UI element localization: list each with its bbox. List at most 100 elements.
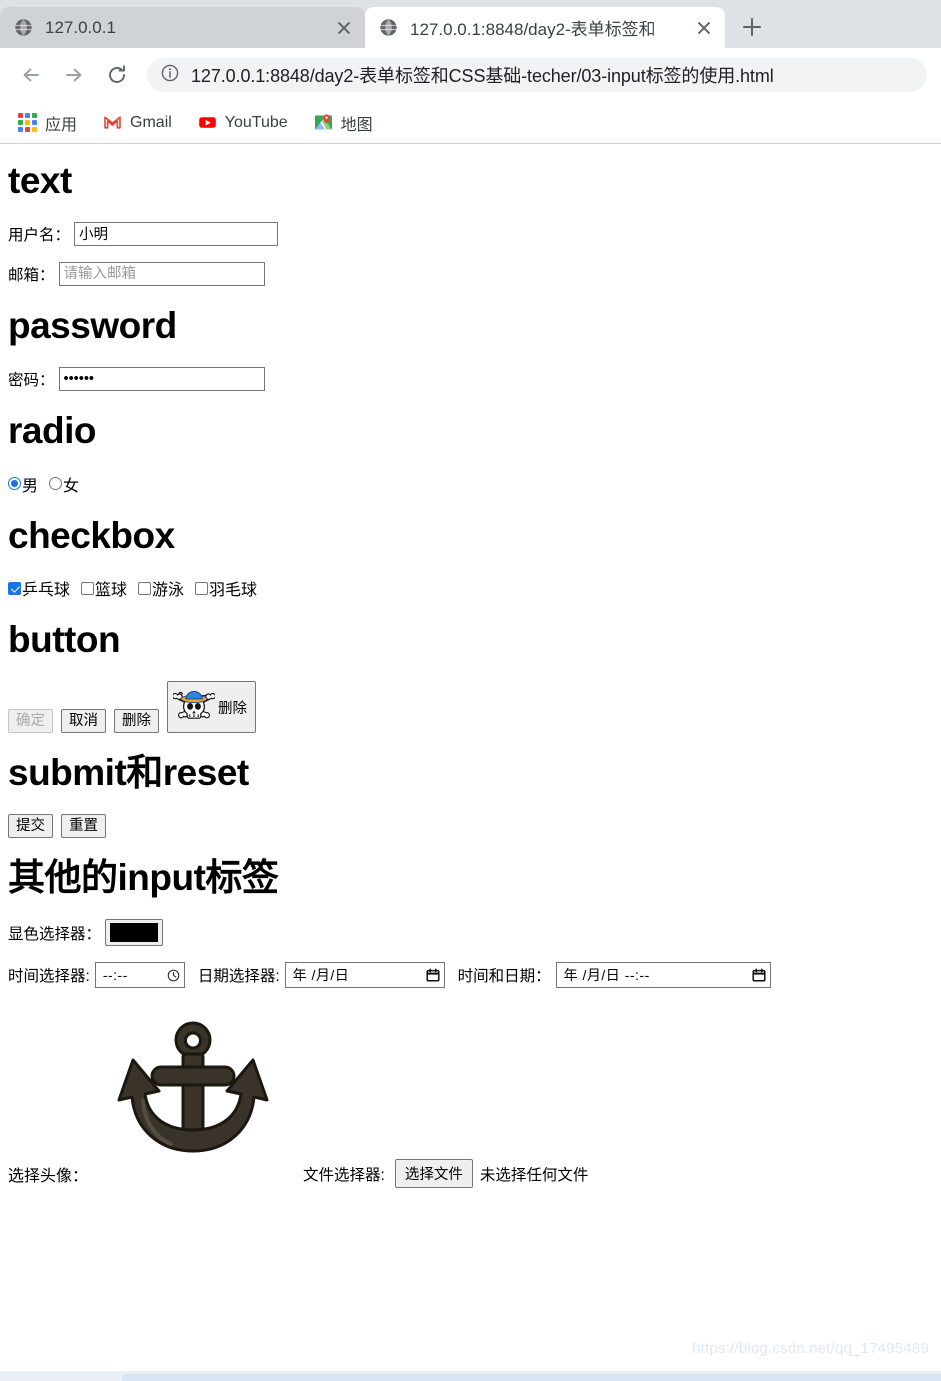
confirm-button: 确定	[8, 709, 53, 734]
date-picker-input[interactable]: 年 /月/日	[284, 962, 445, 989]
email-row: 邮箱：	[8, 261, 933, 286]
anchor-icon	[103, 1009, 283, 1177]
image-delete-button[interactable]: 删除	[167, 681, 256, 734]
bookmark-apps[interactable]: 应用	[18, 111, 77, 135]
maps-pin-icon	[314, 113, 333, 132]
file-picker-group: 文件选择器: 选择文件 未选择任何文件	[303, 1159, 589, 1189]
tab-title: 127.0.0.1	[45, 17, 116, 37]
heading-radio: radio	[8, 409, 96, 451]
radio-option-male[interactable]: 男	[8, 472, 38, 496]
username-row: 用户名：	[8, 221, 933, 246]
submit-button[interactable]: 提交	[8, 814, 53, 839]
heading-button: button	[8, 619, 121, 661]
username-input[interactable]	[74, 221, 279, 246]
checkbox-label: 羽毛球	[209, 582, 258, 600]
globe-icon	[14, 18, 33, 37]
datetime-picker-input[interactable]: 年 /月/日 --:--	[555, 962, 771, 989]
tab-title: 127.0.0.1:8848/day2-表单标签和	[410, 20, 656, 39]
time-picker-value: --:--	[102, 967, 128, 984]
time-picker-input[interactable]: --:--	[94, 962, 185, 989]
radio-label: 男	[22, 477, 39, 495]
password-label: 密码：	[8, 371, 55, 389]
bookmark-label: Gmail	[130, 113, 172, 131]
heading-password: password	[8, 304, 177, 346]
reset-button[interactable]: 重置	[61, 814, 106, 839]
radio-icon[interactable]	[8, 477, 21, 491]
checkbox-icon[interactable]	[195, 581, 209, 595]
date-picker-label: 日期选择器:	[197, 968, 280, 986]
pirate-skull-icon	[172, 686, 216, 728]
globe-icon	[379, 18, 398, 37]
checkbox-option-basketball[interactable]: 篮球	[81, 576, 127, 600]
bookmark-label: YouTube	[224, 113, 288, 131]
address-bar-url: 127.0.0.1:8848/day2-表单标签和CSS基础-techer/03…	[191, 66, 774, 86]
color-picker-input[interactable]	[105, 919, 164, 947]
email-input[interactable]	[58, 261, 265, 286]
forward-arrow-icon[interactable]	[57, 58, 91, 92]
calendar-icon[interactable]	[426, 968, 440, 982]
datetime-pickers-row: 时间选择器: --:-- 日期选择器: 年 /月/日 时间和日期： 年 /月/日…	[8, 962, 933, 989]
clock-icon[interactable]	[167, 969, 180, 982]
hobby-checkbox-group: 乒乓球 篮球 游泳 羽毛球	[8, 576, 933, 600]
back-arrow-icon[interactable]	[14, 58, 48, 92]
heading-other-inputs: 其他的input标签	[8, 857, 279, 899]
bookmark-label: 地图	[340, 116, 373, 134]
bookmark-youtube[interactable]: YouTube	[198, 113, 288, 132]
color-swatch	[110, 923, 159, 943]
bookmark-maps[interactable]: 地图	[314, 111, 373, 135]
watermark: https://blog.csdn.net/qq_17495489	[692, 1340, 929, 1357]
avatar-file-zone: 选择头像： 文件选择器: 选择文件 未选择任何文件	[8, 1004, 933, 1204]
heading-checkbox: checkbox	[8, 514, 175, 556]
browser-chrome: 127.0.0.1 127.0.0.1:8848/day2-表单标签和 127.…	[0, 0, 941, 143]
color-picker-label: 显色选择器：	[8, 925, 102, 943]
address-bar[interactable]: 127.0.0.1:8848/day2-表单标签和CSS基础-techer/03…	[147, 58, 927, 92]
checkbox-option-swimming[interactable]: 游泳	[138, 576, 184, 600]
checkbox-icon[interactable]	[138, 581, 152, 595]
bottom-bar-inner	[122, 1374, 941, 1381]
checkbox-icon[interactable]	[8, 581, 21, 595]
checkbox-option-badminton[interactable]: 羽毛球	[195, 576, 257, 600]
reload-icon[interactable]	[100, 58, 134, 92]
color-picker-row: 显色选择器：	[8, 919, 933, 947]
new-tab-button[interactable]	[737, 12, 767, 42]
close-icon[interactable]	[693, 17, 715, 39]
browser-tab-2[interactable]: 127.0.0.1:8848/day2-表单标签和	[365, 7, 725, 48]
bookmark-label: 应用	[45, 116, 78, 134]
delete-button[interactable]: 删除	[114, 709, 159, 734]
choose-file-button[interactable]: 选择文件	[394, 1159, 473, 1189]
browser-toolbar: 127.0.0.1:8848/day2-表单标签和CSS基础-techer/03…	[0, 48, 941, 102]
page-viewport: text 用户名： 邮箱： password 密码： radio 男 女	[0, 143, 941, 1381]
submit-reset-row: 提交 重置	[8, 814, 933, 839]
checkbox-label: 篮球	[95, 582, 128, 600]
apps-grid-icon	[18, 113, 37, 132]
date-picker-value: 年 /月/日	[292, 967, 350, 984]
browser-tab-1[interactable]: 127.0.0.1	[0, 7, 365, 48]
checkbox-label: 游泳	[152, 582, 185, 600]
datetime-picker-value: 年 /月/日 --:--	[563, 967, 650, 984]
username-label: 用户名：	[8, 226, 71, 244]
heading-text: text	[8, 160, 72, 201]
info-circle-icon[interactable]	[160, 63, 180, 88]
avatar-file-row: 选择头像： 文件选择器: 选择文件 未选择任何文件	[8, 1159, 933, 1189]
checkbox-option-pingpong[interactable]: 乒乓球	[8, 576, 70, 600]
youtube-icon	[198, 113, 217, 132]
image-button-label: 删除	[218, 700, 247, 717]
password-input[interactable]	[58, 366, 265, 391]
heading-submit-reset: submit和reset	[8, 752, 249, 794]
checkbox-label: 乒乓球	[22, 582, 71, 600]
radio-option-female[interactable]: 女	[49, 472, 79, 496]
bottom-bar	[0, 1371, 941, 1381]
page-content: text 用户名： 邮箱： password 密码： radio 男 女	[0, 160, 941, 1204]
gender-radio-group: 男 女	[8, 472, 933, 496]
file-status-text: 未选择任何文件	[479, 1166, 589, 1184]
bookmark-gmail[interactable]: Gmail	[103, 113, 172, 132]
file-picker-label: 文件选择器:	[303, 1166, 385, 1184]
cancel-button[interactable]: 取消	[61, 709, 106, 734]
radio-icon[interactable]	[49, 477, 63, 491]
calendar-icon[interactable]	[752, 968, 766, 982]
time-picker-label: 时间选择器:	[8, 968, 90, 986]
password-row: 密码：	[8, 366, 933, 391]
radio-label: 女	[63, 477, 80, 495]
close-icon[interactable]	[333, 17, 355, 39]
checkbox-icon[interactable]	[81, 581, 95, 595]
